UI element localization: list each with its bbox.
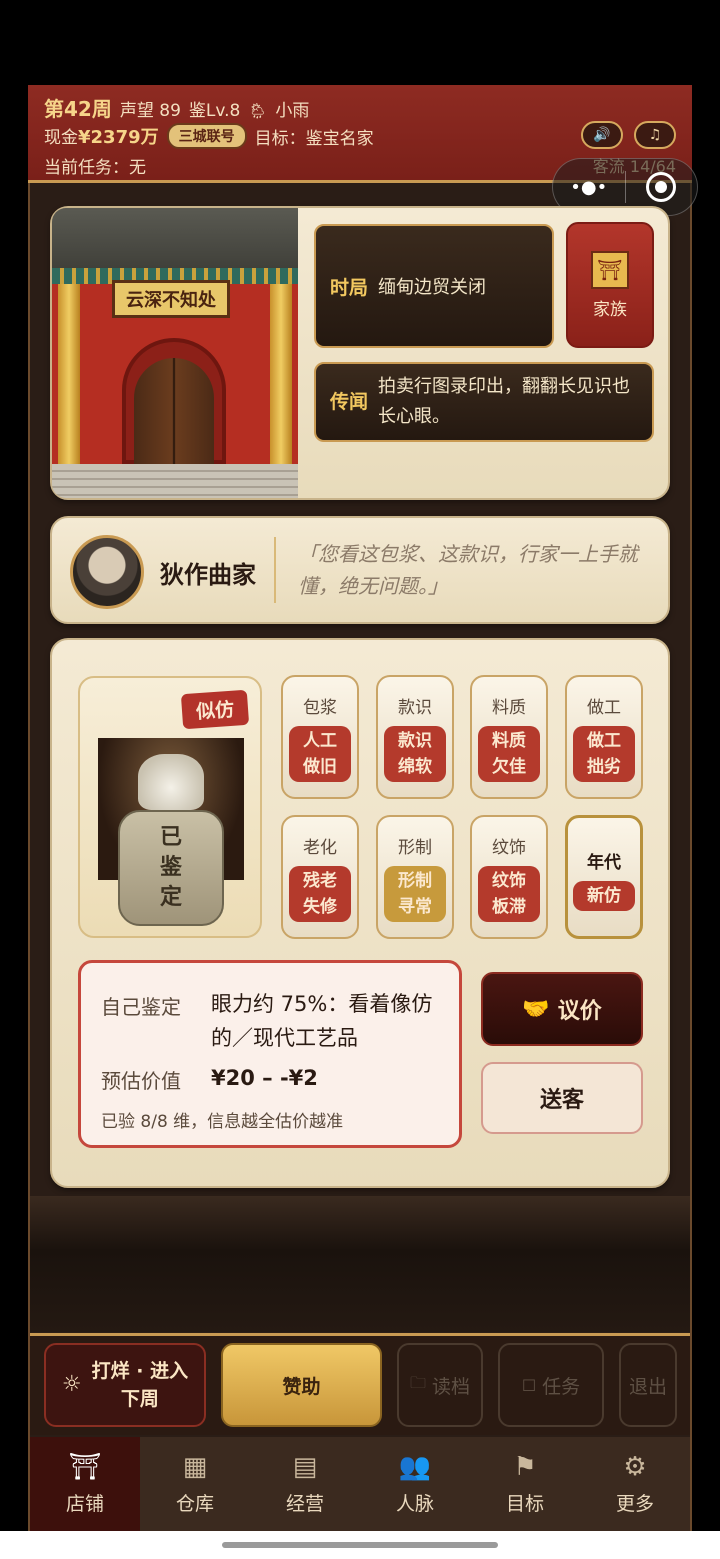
speaker-icon: 🔊 (593, 127, 611, 143)
situation-text: 缅甸边贸关闭 (378, 277, 487, 298)
checklist-icon: ☐ (521, 1375, 537, 1395)
bargain-label: 议价 (557, 999, 602, 1024)
appraisal-level: 鉴Lv.8 (188, 101, 241, 121)
attr-value: 款识 绵软 (384, 726, 446, 782)
self-appraisal-box: 自己鉴定 眼力约 75%：看着像仿的／现代工艺品 预估价值 ¥20 – -¥2 … (78, 960, 462, 1148)
attr-value: 形制 寻常 (384, 866, 446, 922)
self-appraisal-value: 眼力约 75%：看着像仿的／现代工艺品 (211, 992, 433, 1050)
tab-shop[interactable]: ⛩ 店铺 (30, 1437, 140, 1531)
target-ring-icon (646, 172, 677, 202)
situation-tag: 时局 (330, 276, 369, 299)
attr-card-material[interactable]: 料质 料质 欠佳 (470, 675, 548, 799)
abacus-icon: ▤ (292, 1451, 318, 1482)
self-appraisal-label: 自己鉴定 (101, 995, 181, 1019)
shop-icon: ⛩ (68, 1451, 102, 1482)
rumor-tag: 传闻 (330, 391, 369, 413)
send-off-button[interactable]: 送客 (481, 1062, 643, 1134)
sound-toggle-button[interactable]: 🔊 (581, 121, 623, 149)
close-shop-button[interactable]: ☼ 打烊 · 进入 下周 (44, 1343, 206, 1427)
rumor-text: 拍卖行图录印出，翻翻长见识也长心眼。 (378, 376, 631, 427)
attr-card-inscription[interactable]: 款识 款识 绵软 (376, 675, 454, 799)
attr-card-form[interactable]: 形制 形制 寻常 (376, 815, 454, 939)
more-icon: ⚙ (623, 1451, 647, 1482)
attr-card-patina[interactable]: 包浆 人工 做旧 (281, 675, 359, 799)
shop-gate-image: 云深不知处 (52, 208, 298, 498)
people-icon: 👥 (398, 1451, 432, 1482)
attr-value: 人工 做旧 (289, 726, 351, 782)
music-toggle-button[interactable]: ♫ (634, 121, 676, 149)
customer-name: 狄作曲家 (160, 561, 256, 589)
week-counter: 第42周 (44, 97, 112, 121)
attr-value: 残老 失修 (289, 866, 351, 922)
attr-value: 料质 欠佳 (478, 726, 540, 782)
sponsor-button[interactable]: 赞助 (221, 1343, 382, 1427)
handshake-icon: 🤝 (522, 996, 550, 1022)
exit-button[interactable]: 退出 (619, 1343, 677, 1427)
attr-value: 纹饰 板滞 (478, 866, 540, 922)
attr-value: 做工 拙劣 (573, 726, 635, 782)
customer-quote: 「您看这包浆、这款识，行家一上手就懂，绝无问题。」 (298, 542, 638, 598)
load-save-button[interactable]: 🗀 读档 (397, 1343, 483, 1427)
folder-icon: 🗀 (409, 1372, 426, 1392)
shop-badge: 三城联号 (166, 123, 247, 149)
cash-label: 现金 (44, 128, 78, 148)
family-emblem-icon: ⛩ (591, 250, 629, 289)
appraised-stamp: 已 鉴 定 (118, 810, 224, 926)
appraisal-note: 已验 8/8 维，信息越全估价越准 (101, 1112, 344, 1132)
estimate-label: 预估价值 (101, 1069, 181, 1093)
current-task: 当前任务：无 (44, 158, 146, 178)
rumor-box: 传闻 拍卖行图录印出，翻翻长见识也长心眼。 (314, 362, 654, 442)
customer-avatar (70, 535, 144, 609)
more-dots-icon: •●• (570, 176, 608, 198)
weather-icon: 🌦 (248, 102, 268, 120)
status-bar (0, 0, 720, 85)
attr-card-era[interactable]: 年代 新仿 (565, 815, 643, 939)
tasks-button[interactable]: ☐ 任务 (498, 1343, 604, 1427)
bottom-tab-bar: ⛩ 店铺 ▦ 仓库 ▤ 经营 👥 人脉 ⚑ 目标 ⚙ 更多 (30, 1437, 690, 1531)
cash-value: ¥2379万 (78, 127, 159, 148)
attr-card-aging[interactable]: 老化 残老 失修 (281, 815, 359, 939)
family-label: 家族 (593, 299, 627, 320)
item-card[interactable]: 似仿 已 鉴 定 (78, 676, 262, 938)
tab-warehouse[interactable]: ▦ 仓库 (140, 1437, 250, 1531)
shop-floor (30, 1196, 690, 1332)
verdict-tag: 似仿 (180, 689, 250, 730)
scroll-icon: ⚑ (513, 1451, 537, 1482)
estimate-value: ¥20 – -¥2 (211, 1066, 318, 1090)
goal-text: 目标：鉴宝名家 (254, 128, 374, 149)
tab-goals[interactable]: ⚑ 目标 (470, 1437, 580, 1531)
attr-value: 新仿 (573, 881, 635, 911)
tab-contacts[interactable]: 👥 人脉 (360, 1437, 470, 1531)
tab-operations[interactable]: ▤ 经营 (250, 1437, 360, 1531)
reputation: 声望 89 (119, 101, 181, 121)
home-indicator[interactable] (222, 1542, 498, 1548)
attr-card-decoration[interactable]: 纹饰 纹饰 板滞 (470, 815, 548, 939)
bargain-button[interactable]: 🤝 议价 (481, 972, 643, 1046)
situation-box: 时局 缅甸边贸关闭 (314, 224, 554, 348)
shop-plaque: 云深不知处 (112, 280, 230, 318)
weather: 小雨 (275, 101, 310, 121)
family-button[interactable]: ⛩ 家族 (566, 222, 654, 348)
attr-card-craftsmanship[interactable]: 做工 做工 拙劣 (565, 675, 643, 799)
sun-icon: ☼ (61, 1372, 82, 1397)
tab-more[interactable]: ⚙ 更多 (580, 1437, 690, 1531)
warehouse-icon: ▦ (182, 1451, 208, 1482)
music-note-icon: ♫ (648, 127, 662, 143)
